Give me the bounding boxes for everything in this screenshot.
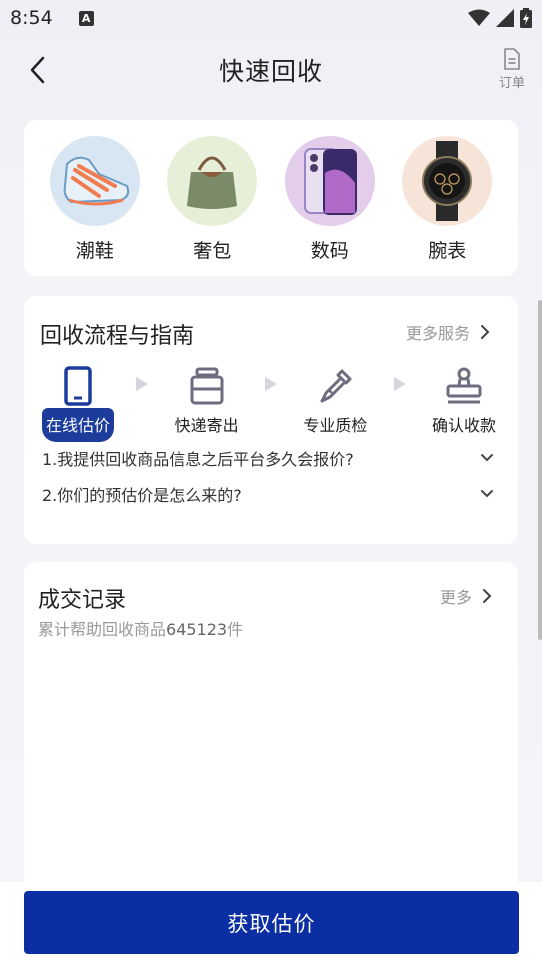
deal-more-link[interactable]: 更多 [440,584,492,608]
step-online-quote[interactable]: 在线估价 [38,364,118,442]
phone-icon [284,136,375,226]
arrow-right-icon [393,377,406,391]
document-icon [504,48,520,70]
battery-icon [520,8,532,28]
more-services-label: 更多服务 [405,324,470,343]
dropper-icon [320,369,352,403]
arrow-right-icon [265,377,277,391]
category-label: 奢包 [193,240,232,262]
deal-stat: 累计帮助回收商品645123件 [38,616,243,640]
faq-question: 2.你们的预估价是怎么来的? [42,486,242,505]
nav-bar: 快速回收 订单 [0,42,542,98]
category-label: 潮鞋 [75,240,114,262]
step-label: 专业质检 [303,416,368,435]
guide-title: 回收流程与指南 [40,324,195,349]
signal-icon [496,9,514,27]
step-label: 快递寄出 [174,416,239,435]
order-button[interactable]: 订单 [496,48,528,91]
faq-item[interactable]: 2.你们的预估价是怎么来的? [42,476,494,512]
stamp-icon [446,367,482,404]
category-sneakers[interactable]: 潮鞋 [45,136,145,263]
deal-more-label: 更多 [439,588,472,607]
wifi-icon [468,9,490,26]
category-card: 潮鞋 奢包 数码 腕表 [24,120,518,276]
chevron-right-icon [481,325,490,339]
chevron-down-icon [481,490,493,498]
process-steps: 在线估价 快递寄出 专业质检 确认收款 [24,358,518,442]
deal-stat-count: 645123 [166,620,228,639]
step-inspection[interactable]: 专业质检 [295,364,375,436]
phone-outline-icon [64,366,92,406]
deal-records-title: 成交记录 [38,588,127,613]
step-label: 在线估价 [41,408,114,442]
bottom-bar: 获取估价 [0,882,542,963]
chevron-right-icon [483,589,492,603]
deal-stat-prefix: 累计帮助回收商品 [38,620,167,639]
status-bar: 8:54 A [0,0,542,36]
status-time: 8:54 [10,7,53,29]
notification-app-icon: A [78,10,94,26]
arrow-right-icon [136,377,149,391]
chevron-down-icon [481,454,493,462]
faq-item[interactable]: 1.我提供回收商品信息之后平台多久会报价? [42,440,494,476]
category-label: 腕表 [428,240,467,262]
category-digital[interactable]: 数码 [280,136,380,263]
watch-icon [402,136,493,226]
step-confirm-payment[interactable]: 确认收款 [424,364,504,436]
order-label: 订单 [498,76,525,91]
deal-records-card: 成交记录 更多 累计帮助回收商品645123件 [24,562,518,922]
category-label: 数码 [310,240,349,262]
deal-stat-suffix: 件 [227,620,244,639]
handbag-icon [167,136,258,226]
scrollbar[interactable] [538,300,542,640]
category-bags[interactable]: 奢包 [162,136,262,263]
step-express-ship[interactable]: 快递寄出 [167,364,247,436]
more-services-link[interactable]: 更多服务 [406,320,490,344]
status-indicators [468,8,532,28]
sneaker-icon [49,136,140,226]
guide-card: 回收流程与指南 更多服务 在线估价 快递寄出 专业质检 确认收款 1.我提供回收… [24,296,518,544]
step-label: 确认收款 [432,416,497,435]
category-watches[interactable]: 腕表 [397,136,497,263]
page-title: 快速回收 [218,57,323,86]
faq-list: 1.我提供回收商品信息之后平台多久会报价? 2.你们的预估价是怎么来的? [24,440,518,512]
package-icon [190,367,224,405]
get-quote-button[interactable]: 获取估价 [24,891,519,954]
faq-question: 1.我提供回收商品信息之后平台多久会报价? [42,450,354,469]
